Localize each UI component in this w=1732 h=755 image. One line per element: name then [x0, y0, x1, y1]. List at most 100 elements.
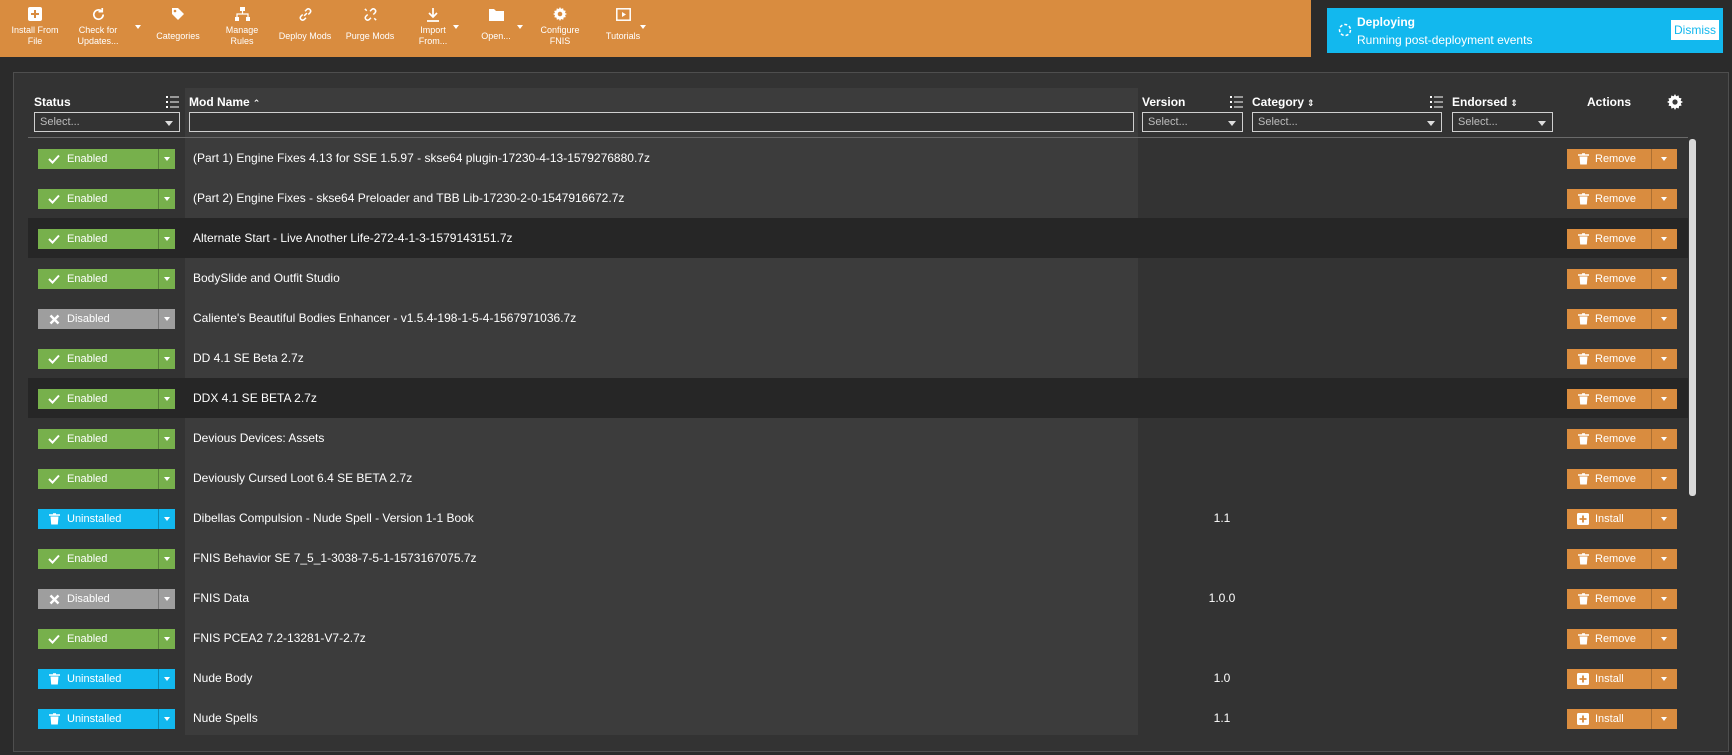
status-dropdown-button[interactable]	[158, 389, 175, 409]
status-dropdown-button[interactable]	[158, 589, 175, 609]
status-filter-select[interactable]: Select...	[34, 112, 180, 132]
status-toggle-button[interactable]: Enabled	[38, 189, 175, 209]
action-dropdown-button[interactable]	[1651, 709, 1677, 729]
table-row[interactable]: Enabled Deviously Cursed Loot 6.4 SE BETA…	[28, 458, 1688, 498]
action-dropdown-button[interactable]	[1651, 509, 1677, 529]
table-settings-gear-icon[interactable]	[1667, 94, 1683, 110]
categories-button[interactable]: Categories	[152, 4, 204, 54]
action-dropdown-button[interactable]	[1651, 549, 1677, 569]
table-row[interactable]: Enabled FNIS PCEA2 7.2-13281-V7-2.7z Remov…	[28, 618, 1688, 658]
status-dropdown-button[interactable]	[158, 429, 175, 449]
table-row[interactable]: Enabled DD 4.1 SE Beta 2.7z Remove	[28, 338, 1688, 378]
status-dropdown-button[interactable]	[158, 629, 175, 649]
action-dropdown-button[interactable]	[1651, 669, 1677, 689]
status-toggle-button[interactable]: Enabled	[38, 269, 175, 289]
status-dropdown-button[interactable]	[158, 509, 175, 529]
header-endorsed[interactable]: Endorsed ⇕	[1452, 95, 1518, 109]
action-dropdown-button[interactable]	[1651, 309, 1677, 329]
tutorials-button[interactable]: Tutorials	[600, 4, 646, 54]
table-row[interactable]: Enabled FNIS Behavior SE 7_5_1-3038-7-5-1…	[28, 538, 1688, 578]
status-toggle-button[interactable]: Uninstalled	[38, 709, 175, 729]
category-filter-select[interactable]: Select...	[1252, 112, 1442, 132]
import-from-button[interactable]: Import From...	[412, 4, 454, 54]
status-dropdown-button[interactable]	[158, 549, 175, 569]
install-button[interactable]: Install	[1567, 669, 1651, 689]
remove-button[interactable]: Remove	[1567, 549, 1651, 569]
table-row[interactable]: Enabled BodySlide and Outfit Studio Remove	[28, 258, 1688, 298]
table-row[interactable]: Disabled FNIS Data 1.0.0 Remove	[28, 578, 1688, 618]
remove-button[interactable]: Remove	[1567, 309, 1651, 329]
remove-button[interactable]: Remove	[1567, 229, 1651, 249]
open-dropdown-icon[interactable]	[517, 25, 523, 29]
status-dropdown-button[interactable]	[158, 709, 175, 729]
action-dropdown-button[interactable]	[1651, 629, 1677, 649]
status-dropdown-button[interactable]	[158, 189, 175, 209]
tutorials-dropdown-icon[interactable]	[640, 25, 646, 29]
open-button[interactable]: Open...	[476, 4, 516, 54]
deploy-mods-button[interactable]: Deploy Mods	[277, 4, 333, 54]
status-dropdown-button[interactable]	[158, 309, 175, 329]
status-dropdown-button[interactable]	[158, 349, 175, 369]
status-toggle-button[interactable]: Enabled	[38, 389, 175, 409]
status-dropdown-button[interactable]	[158, 469, 175, 489]
status-toggle-button[interactable]: Enabled	[38, 429, 175, 449]
table-row[interactable]: Enabled DDX 4.1 SE BETA 2.7z Remove	[28, 378, 1688, 418]
table-row[interactable]: Uninstalled Nude Spells 1.1 Install	[28, 698, 1688, 738]
header-status[interactable]: Status	[34, 95, 71, 109]
mod-name-filter-input[interactable]	[189, 112, 1134, 132]
header-category[interactable]: Category ⇕	[1252, 95, 1315, 109]
import-from-dropdown-icon[interactable]	[453, 25, 459, 29]
status-toggle-button[interactable]: Disabled	[38, 309, 175, 329]
remove-button[interactable]: Remove	[1567, 429, 1651, 449]
action-dropdown-button[interactable]	[1651, 189, 1677, 209]
status-toggle-button[interactable]: Enabled	[38, 469, 175, 489]
remove-button[interactable]: Remove	[1567, 189, 1651, 209]
remove-button[interactable]: Remove	[1567, 389, 1651, 409]
table-row[interactable]: Enabled Devious Devices: Assets Remove	[28, 418, 1688, 458]
table-row[interactable]: Uninstalled Dibellas Compulsion - Nude Sp…	[28, 498, 1688, 538]
version-column-options-icon[interactable]	[1230, 95, 1243, 108]
header-mod-name[interactable]: Mod Name ⌃	[189, 95, 260, 109]
action-dropdown-button[interactable]	[1651, 429, 1677, 449]
status-toggle-button[interactable]: Uninstalled	[38, 509, 175, 529]
category-column-options-icon[interactable]	[1430, 95, 1443, 108]
action-dropdown-button[interactable]	[1651, 269, 1677, 289]
install-button[interactable]: Install	[1567, 709, 1651, 729]
dismiss-button[interactable]: Dismiss	[1671, 20, 1719, 40]
action-dropdown-button[interactable]	[1651, 389, 1677, 409]
action-dropdown-button[interactable]	[1651, 349, 1677, 369]
action-dropdown-button[interactable]	[1651, 149, 1677, 169]
table-row[interactable]: Enabled (Part 2) Engine Fixes - skse64 Pr…	[28, 178, 1688, 218]
configure-fnis-button[interactable]: Configure FNIS	[536, 4, 584, 54]
table-row[interactable]: Uninstalled Nude Body 1.0 Install	[28, 658, 1688, 698]
status-toggle-button[interactable]: Enabled	[38, 629, 175, 649]
install-button[interactable]: Install	[1567, 509, 1651, 529]
status-toggle-button[interactable]: Enabled	[38, 229, 175, 249]
status-dropdown-button[interactable]	[158, 669, 175, 689]
status-toggle-button[interactable]: Enabled	[38, 149, 175, 169]
status-toggle-button[interactable]: Uninstalled	[38, 669, 175, 689]
remove-button[interactable]: Remove	[1567, 629, 1651, 649]
check-for-updates-dropdown-icon[interactable]	[135, 25, 141, 29]
check-for-updates-button[interactable]: Check for Updates...	[70, 4, 126, 54]
version-filter-select[interactable]: Select...	[1142, 112, 1243, 132]
action-dropdown-button[interactable]	[1651, 589, 1677, 609]
remove-button[interactable]: Remove	[1567, 469, 1651, 489]
status-toggle-button[interactable]: Enabled	[38, 349, 175, 369]
status-column-options-icon[interactable]	[166, 95, 179, 108]
install-from-file-button[interactable]: Install From File	[8, 4, 62, 54]
status-toggle-button[interactable]: Enabled	[38, 549, 175, 569]
status-dropdown-button[interactable]	[158, 229, 175, 249]
remove-button[interactable]: Remove	[1567, 349, 1651, 369]
remove-button[interactable]: Remove	[1567, 269, 1651, 289]
status-dropdown-button[interactable]	[158, 149, 175, 169]
purge-mods-button[interactable]: Purge Mods	[343, 4, 397, 54]
status-toggle-button[interactable]: Disabled	[38, 589, 175, 609]
endorsed-filter-select[interactable]: Select...	[1452, 112, 1553, 132]
header-version[interactable]: Version	[1142, 95, 1185, 109]
vertical-scrollbar[interactable]	[1689, 139, 1696, 496]
table-row[interactable]: Enabled (Part 1) Engine Fixes 4.13 for SS…	[28, 138, 1688, 178]
action-dropdown-button[interactable]	[1651, 469, 1677, 489]
status-dropdown-button[interactable]	[158, 269, 175, 289]
table-row[interactable]: Disabled Caliente's Beautiful Bodies Enha…	[28, 298, 1688, 338]
